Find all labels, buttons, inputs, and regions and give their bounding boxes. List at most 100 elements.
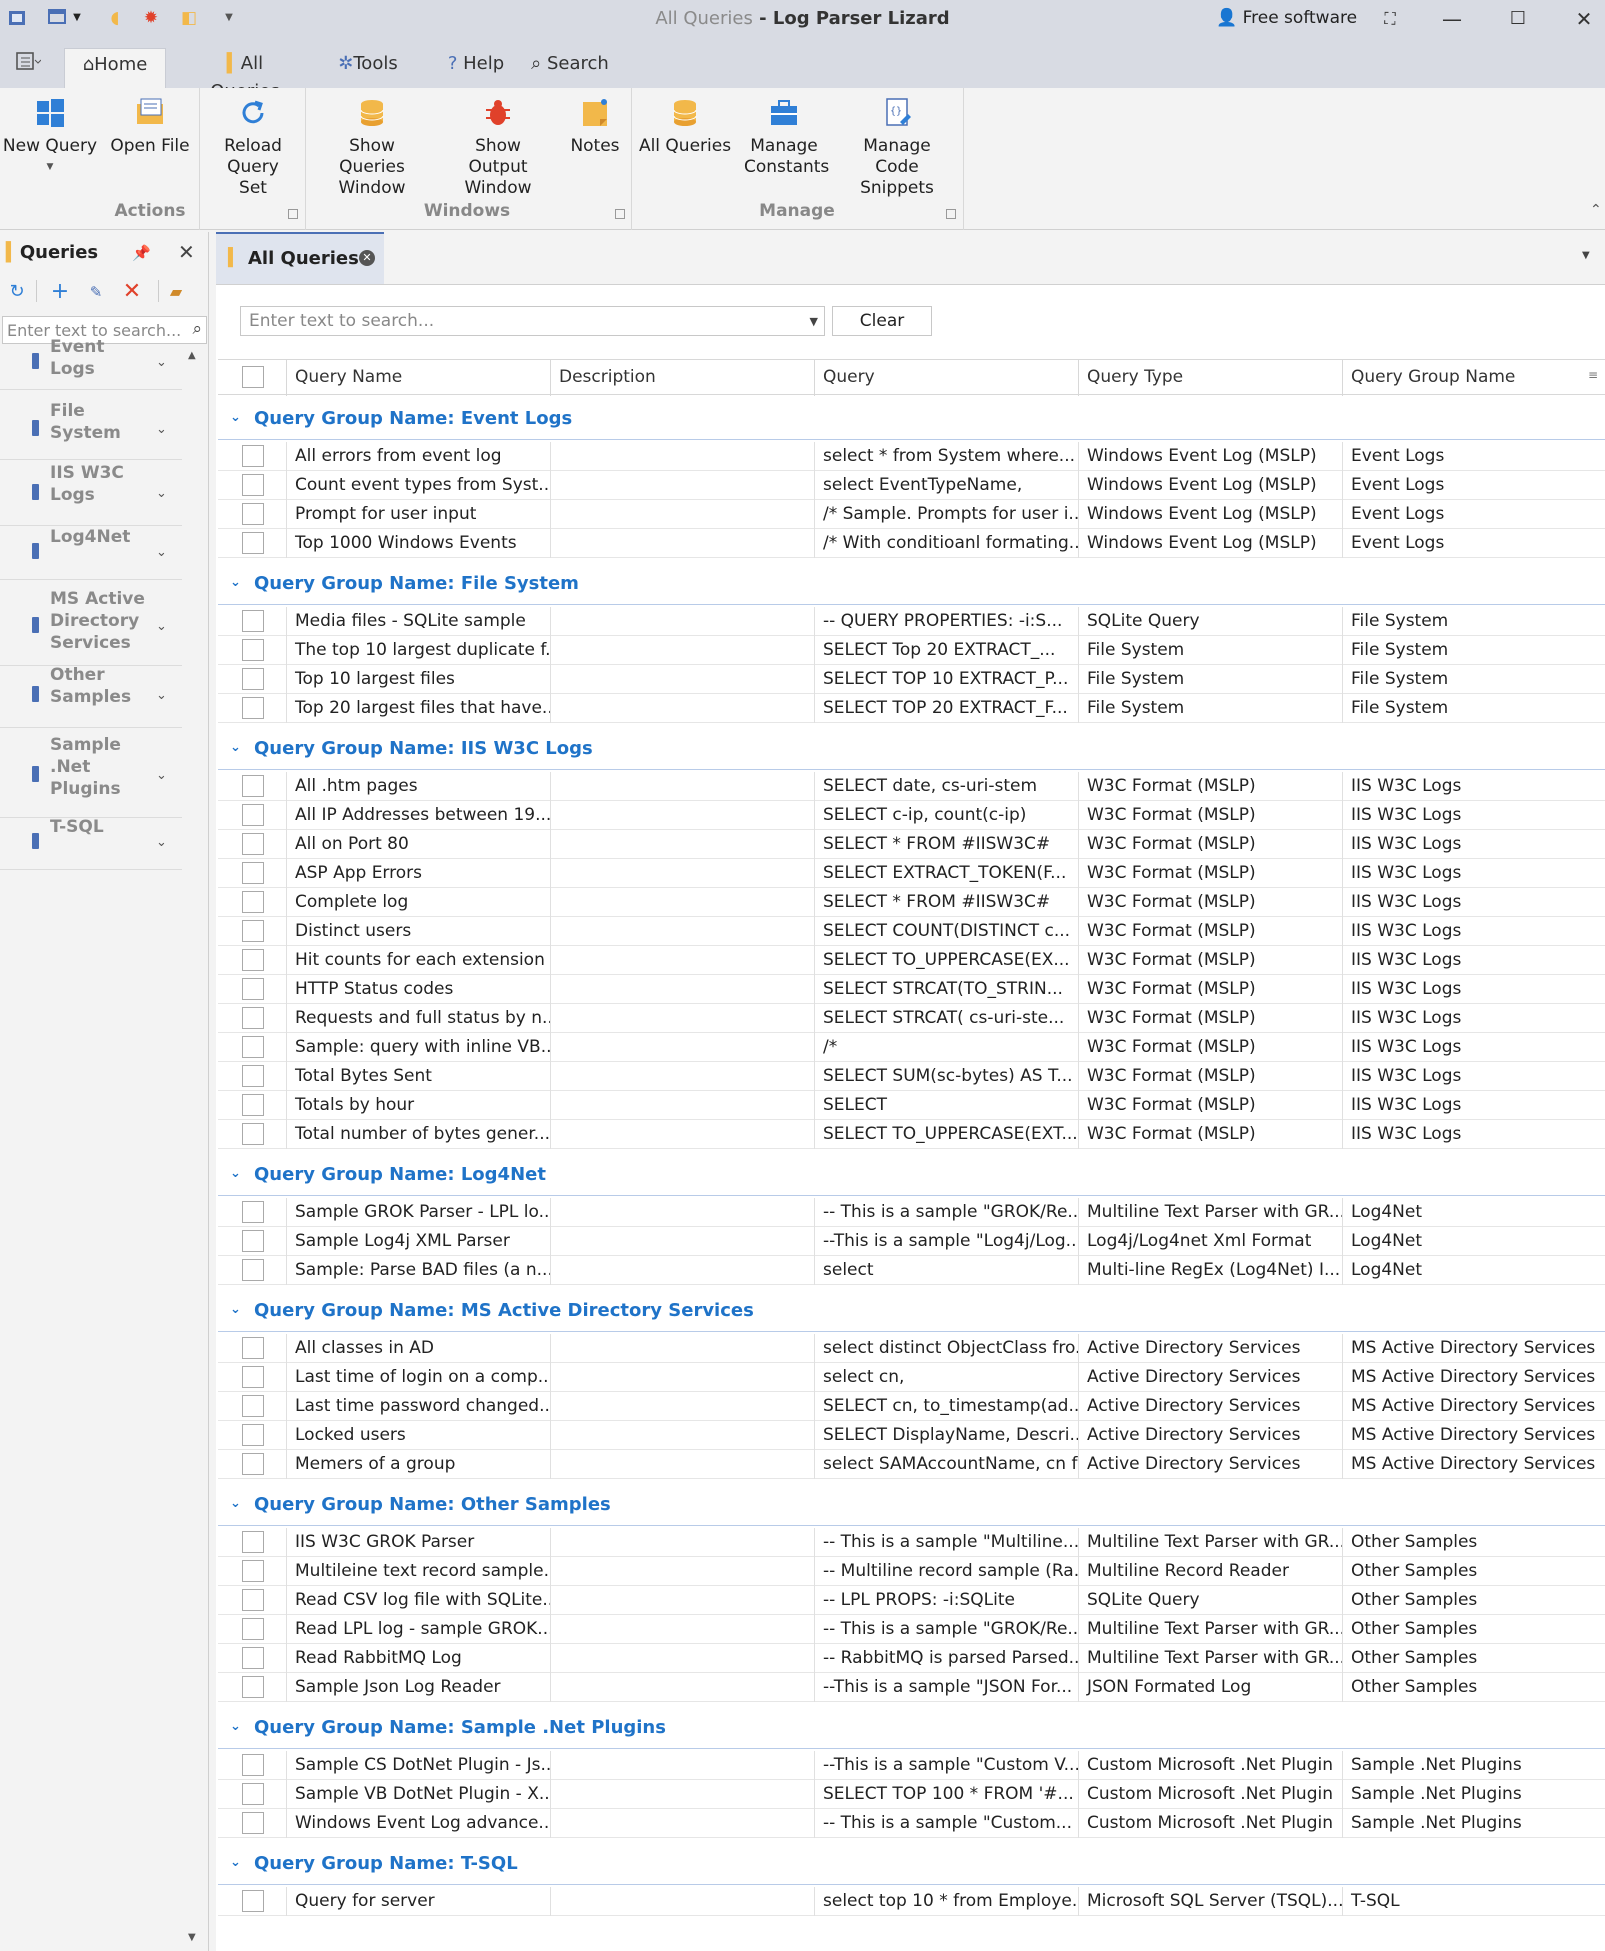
refresh-icon[interactable]: ↻ bbox=[5, 280, 29, 304]
row-checkbox[interactable] bbox=[242, 639, 264, 661]
row-checkbox[interactable] bbox=[242, 833, 264, 855]
clear-button[interactable]: Clear bbox=[832, 306, 932, 336]
grid-search-input[interactable]: Enter text to search... ▼ bbox=[240, 306, 825, 336]
query-group-item[interactable]: File System ⌄ bbox=[0, 401, 182, 460]
close-panel-icon[interactable]: ✕ bbox=[178, 240, 195, 264]
row-checkbox[interactable] bbox=[242, 891, 264, 913]
table-row[interactable]: The top 10 largest duplicate f... SELECT … bbox=[218, 636, 1605, 665]
manage-code-snippets-button[interactable]: {} Manage Code Snippets bbox=[834, 96, 960, 199]
tab-search[interactable]: ⌕ Search bbox=[528, 50, 612, 88]
expand-group-icon[interactable]: ⌄ bbox=[230, 740, 241, 755]
show-queries-window-button[interactable]: Show Queries Window bbox=[310, 96, 434, 199]
tab-list-dropdown-icon[interactable]: ▼ bbox=[1582, 250, 1590, 261]
expand-group-icon[interactable]: ⌄ bbox=[230, 1855, 241, 1870]
notes-button[interactable]: Notes bbox=[562, 96, 628, 157]
tab-all-queries[interactable]: ▍All Queries bbox=[190, 50, 300, 102]
sort-icon[interactable]: ≡ bbox=[1588, 368, 1598, 382]
row-checkbox[interactable] bbox=[242, 445, 264, 467]
table-row[interactable]: Sample Log4j XML Parser --This is a sampl… bbox=[218, 1227, 1605, 1256]
row-checkbox[interactable] bbox=[242, 1094, 264, 1116]
row-checkbox[interactable] bbox=[242, 1560, 264, 1582]
chevron-down-icon[interactable]: ⌄ bbox=[156, 688, 167, 703]
table-row[interactable]: Sample GROK Parser - LPL lo... -- This is… bbox=[218, 1198, 1605, 1227]
row-checkbox[interactable] bbox=[242, 1337, 264, 1359]
column-header-description[interactable]: Description bbox=[550, 360, 814, 396]
row-checkbox[interactable] bbox=[242, 532, 264, 554]
manage-constants-button[interactable]: Manage Constants bbox=[736, 96, 832, 178]
chevron-down-icon[interactable]: ⌄ bbox=[156, 355, 167, 370]
group-row[interactable]: ⌄ Query Group Name: File System bbox=[218, 565, 1605, 605]
row-checkbox[interactable] bbox=[242, 1754, 264, 1776]
delete-icon[interactable]: ✕ bbox=[120, 280, 144, 304]
column-header-query-name[interactable]: Query Name bbox=[286, 360, 550, 396]
group-row[interactable]: ⌄ Query Group Name: Other Samples bbox=[218, 1486, 1605, 1526]
row-checkbox[interactable] bbox=[242, 1783, 264, 1805]
app-menu-icon[interactable] bbox=[8, 50, 48, 88]
table-row[interactable]: Top 1000 Windows Events /* With conditioa… bbox=[218, 529, 1605, 558]
table-row[interactable]: Sample: Parse BAD files (a n... select Mul… bbox=[218, 1256, 1605, 1285]
pin-icon[interactable]: 📌 bbox=[132, 244, 151, 262]
table-row[interactable]: Prompt for user input /* Sample. Prompts … bbox=[218, 500, 1605, 529]
scroll-up-arrow[interactable]: ▲ bbox=[188, 350, 196, 361]
table-row[interactable]: Top 10 largest files SELECT TOP 10 EXTRAC… bbox=[218, 665, 1605, 694]
dialog-launcher-icon[interactable] bbox=[946, 209, 956, 219]
table-row[interactable]: Count event types from Syst... select Eve… bbox=[218, 471, 1605, 500]
column-header-query[interactable]: Query bbox=[814, 360, 1078, 396]
table-row[interactable]: Totals by hour SELECT W3C Format (MSLP) IIS… bbox=[218, 1091, 1605, 1120]
row-checkbox[interactable] bbox=[242, 1065, 264, 1087]
query-group-item[interactable]: Sample .Net Plugins ⌄ bbox=[0, 735, 182, 818]
minimize-button[interactable]: — bbox=[1432, 4, 1472, 34]
all-queries-button[interactable]: All Queries bbox=[636, 96, 734, 157]
scroll-down-arrow[interactable]: ▼ bbox=[188, 1932, 196, 1943]
table-row[interactable]: Requests and full status by n... SELECT S… bbox=[218, 1004, 1605, 1033]
expand-group-icon[interactable]: ⌄ bbox=[230, 1719, 241, 1734]
row-checkbox[interactable] bbox=[242, 1201, 264, 1223]
query-group-item[interactable]: Log4Net ⌄ bbox=[0, 527, 182, 580]
chevron-down-icon[interactable]: ▼ bbox=[810, 315, 818, 328]
table-row[interactable]: All classes in AD select distinct ObjectC… bbox=[218, 1334, 1605, 1363]
table-row[interactable]: IIS W3C GROK Parser -- This is a sample "… bbox=[218, 1528, 1605, 1557]
tab-home[interactable]: ⌂Home bbox=[64, 48, 166, 88]
table-row[interactable]: HTTP Status codes SELECT STRCAT(TO_STRIN.… bbox=[218, 975, 1605, 1004]
row-checkbox[interactable] bbox=[242, 474, 264, 496]
tab-tools[interactable]: ✲Tools bbox=[330, 50, 406, 88]
add-icon[interactable]: + bbox=[48, 280, 72, 304]
new-query-button[interactable]: New Query ▼ bbox=[0, 96, 100, 178]
table-row[interactable]: Query for server select top 10 * from Emp… bbox=[218, 1887, 1605, 1916]
show-output-window-button[interactable]: Show Output Window bbox=[436, 96, 560, 199]
row-checkbox[interactable] bbox=[242, 610, 264, 632]
row-checkbox[interactable] bbox=[242, 920, 264, 942]
close-tab-icon[interactable]: ✕ bbox=[359, 250, 375, 266]
table-row[interactable]: All .htm pages SELECT date, cs-uri-stem W3… bbox=[218, 772, 1605, 801]
expand-group-icon[interactable]: ⌄ bbox=[230, 1496, 241, 1511]
row-checkbox[interactable] bbox=[242, 1036, 264, 1058]
group-row[interactable]: ⌄ Query Group Name: Sample .Net Plugins bbox=[218, 1709, 1605, 1749]
row-checkbox[interactable] bbox=[242, 1395, 264, 1417]
table-row[interactable]: Distinct users SELECT COUNT(DISTINCT c...… bbox=[218, 917, 1605, 946]
group-row[interactable]: ⌄ Query Group Name: T-SQL bbox=[218, 1845, 1605, 1885]
row-checkbox[interactable] bbox=[242, 1647, 264, 1669]
table-row[interactable]: All errors from event log select * from S… bbox=[218, 442, 1605, 471]
query-group-item[interactable]: MS Active Directory Services ⌄ bbox=[0, 589, 182, 666]
search-icon[interactable]: ⌕ bbox=[192, 319, 202, 339]
close-window-button[interactable]: ✕ bbox=[1564, 4, 1604, 34]
collapse-ribbon-icon[interactable]: ⌃ bbox=[1590, 202, 1602, 218]
query-group-item[interactable]: IIS W3C Logs ⌄ bbox=[0, 463, 182, 526]
chevron-down-icon[interactable]: ⌄ bbox=[156, 486, 167, 501]
row-checkbox[interactable] bbox=[242, 1589, 264, 1611]
tab-all-queries-document[interactable]: ▍ All Queries ✕ bbox=[216, 232, 384, 284]
free-software-link[interactable]: 👤 Free software bbox=[1216, 8, 1357, 28]
table-row[interactable]: Sample Json Log Reader --This is a sample… bbox=[218, 1673, 1605, 1702]
table-row[interactable]: Sample VB DotNet Plugin - X... SELECT TOP… bbox=[218, 1780, 1605, 1809]
dialog-launcher-icon[interactable] bbox=[615, 209, 625, 219]
group-row[interactable]: ⌄ Query Group Name: IIS W3C Logs bbox=[218, 730, 1605, 770]
row-checkbox[interactable] bbox=[242, 862, 264, 884]
row-checkbox[interactable] bbox=[242, 668, 264, 690]
row-checkbox[interactable] bbox=[242, 1890, 264, 1912]
chevron-down-icon[interactable]: ⌄ bbox=[156, 422, 167, 437]
column-header-query-group-name[interactable]: Query Group Name bbox=[1342, 360, 1605, 396]
row-checkbox[interactable] bbox=[242, 804, 264, 826]
table-row[interactable]: Windows Event Log advance... -- This is a… bbox=[218, 1809, 1605, 1838]
expand-group-icon[interactable]: ⌄ bbox=[230, 1302, 241, 1317]
query-group-item[interactable]: T-SQL ⌄ bbox=[0, 817, 182, 870]
